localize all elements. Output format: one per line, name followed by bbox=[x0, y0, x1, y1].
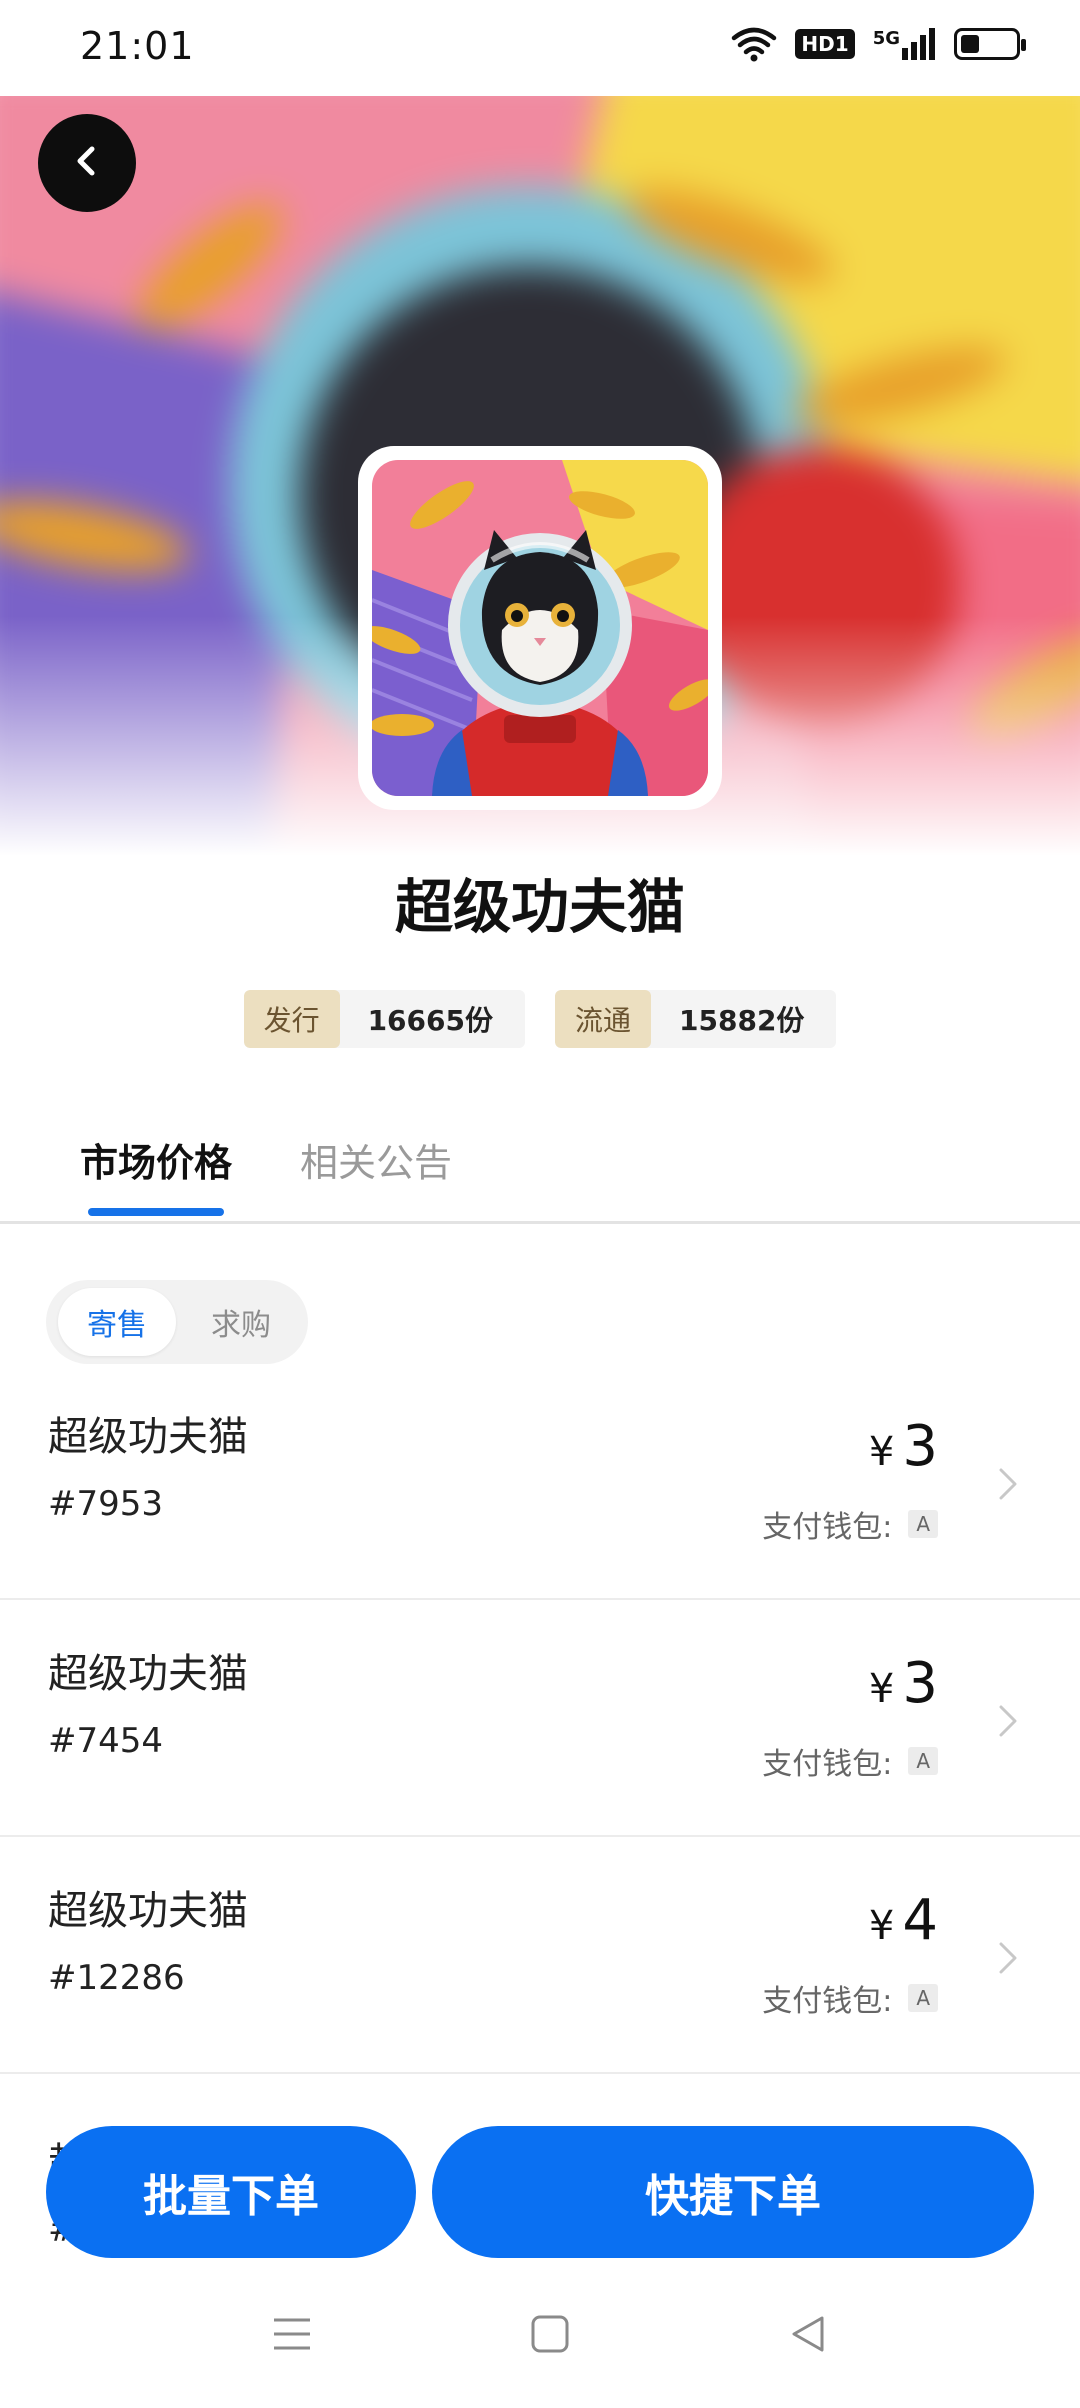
artwork-frame bbox=[358, 446, 722, 810]
hero-banner bbox=[0, 96, 1080, 856]
circulation-stat: 流通 15882份 bbox=[555, 990, 837, 1048]
menu-icon[interactable] bbox=[272, 2314, 312, 2358]
currency-symbol: ¥ bbox=[868, 1666, 895, 1712]
payment-wallet: 支付钱包: A bbox=[762, 1739, 938, 1783]
system-nav-bar bbox=[0, 2270, 1080, 2408]
wifi-icon bbox=[731, 26, 777, 62]
chevron-right-icon bbox=[996, 1938, 1020, 1982]
listing-serial: #12286 bbox=[48, 1958, 185, 1998]
status-bar: 21:01 HD1 5G bbox=[0, 0, 1080, 96]
payment-wallet: 支付钱包: A bbox=[762, 1502, 938, 1546]
circulation-value: 15882份 bbox=[679, 1004, 805, 1037]
batch-order-button[interactable]: 批量下单 bbox=[46, 2126, 416, 2258]
wallet-label: 支付钱包: bbox=[762, 1747, 893, 1782]
astronaut-cat-artwork bbox=[372, 460, 708, 796]
circulation-label: 流通 bbox=[555, 990, 652, 1048]
signal-icon: 5G bbox=[873, 28, 936, 60]
issued-label: 发行 bbox=[243, 990, 340, 1048]
segment-bid[interactable]: 求购 bbox=[186, 1288, 296, 1356]
tab-announcements[interactable]: 相关公告 bbox=[300, 1132, 452, 1187]
wallet-badge: A bbox=[908, 1510, 938, 1538]
listing-price: ¥ 3 bbox=[869, 1414, 938, 1479]
battery-icon bbox=[954, 28, 1026, 60]
back-triangle-icon[interactable] bbox=[788, 2314, 828, 2358]
status-icons: HD1 5G bbox=[731, 26, 1026, 62]
listing-name: 超级功夫猫 bbox=[48, 1651, 248, 1697]
signal-label: 5G bbox=[872, 28, 900, 49]
currency-symbol: ¥ bbox=[868, 1903, 895, 1949]
listing-serial: #7953 bbox=[48, 1484, 164, 1524]
quick-order-button[interactable]: 快捷下单 bbox=[432, 2126, 1034, 2258]
listing-type-toggle: 寄售 求购 bbox=[46, 1280, 308, 1364]
tab-market-price[interactable]: 市场价格 bbox=[80, 1132, 232, 1187]
stats-row: 发行 16665份 流通 15882份 bbox=[0, 990, 1080, 1048]
wallet-badge: A bbox=[908, 1747, 938, 1775]
wallet-label: 支付钱包: bbox=[762, 1984, 893, 2019]
currency-symbol: ¥ bbox=[868, 1429, 895, 1475]
chevron-right-icon bbox=[996, 1701, 1020, 1745]
home-square-icon[interactable] bbox=[530, 2314, 570, 2358]
price-amount: 4 bbox=[902, 1888, 938, 1953]
segment-consign[interactable]: 寄售 bbox=[58, 1288, 176, 1356]
listing-serial: #7454 bbox=[48, 1721, 164, 1761]
listing-name: 超级功夫猫 bbox=[48, 1414, 248, 1460]
issued-value: 16665份 bbox=[367, 1004, 493, 1037]
listing-item[interactable]: 超级功夫猫 #7454 ¥ 3 支付钱包: A bbox=[0, 1601, 1080, 1837]
collection-title: 超级功夫猫 bbox=[394, 873, 685, 941]
listing-item[interactable]: 超级功夫猫 #7953 ¥ 3 支付钱包: A bbox=[0, 1364, 1080, 1600]
back-button[interactable] bbox=[38, 114, 136, 212]
wallet-badge: A bbox=[908, 1984, 938, 2012]
status-time: 21:01 bbox=[80, 24, 195, 68]
listing-price: ¥ 4 bbox=[869, 1888, 938, 1953]
hd-badge: HD1 bbox=[795, 29, 855, 59]
price-amount: 3 bbox=[902, 1414, 938, 1479]
listing-price: ¥ 3 bbox=[869, 1651, 938, 1716]
active-tab-indicator bbox=[88, 1208, 224, 1216]
chevron-right-icon bbox=[996, 1464, 1020, 1508]
listing-item[interactable]: 超级功夫猫 #12286 ¥ 4 支付钱包: A bbox=[0, 1838, 1080, 2074]
tab-bar: 市场价格 相关公告 bbox=[0, 1120, 1080, 1224]
issued-stat: 发行 16665份 bbox=[243, 990, 525, 1048]
battery-fill bbox=[961, 35, 979, 53]
chevron-left-icon bbox=[67, 141, 107, 185]
wallet-label: 支付钱包: bbox=[762, 1510, 893, 1545]
price-amount: 3 bbox=[902, 1651, 938, 1716]
payment-wallet: 支付钱包: A bbox=[762, 1976, 938, 2020]
listing-name: 超级功夫猫 bbox=[48, 1888, 248, 1934]
